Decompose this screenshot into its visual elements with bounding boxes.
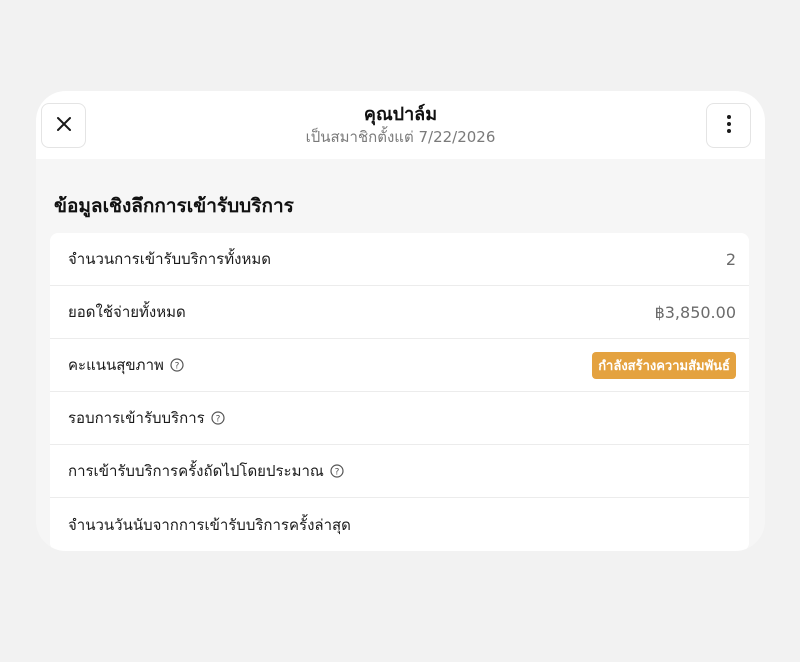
insights-card: จำนวนการเข้ารับบริการทั้งหมด 2 ยอดใช้จ่า… [50, 233, 749, 551]
sheet-header: คุณปาล์ม เป็นสมาชิกตั้งแต่ 7/22/2026 [36, 91, 765, 159]
customer-insights-sheet: คุณปาล์ม เป็นสมาชิกตั้งแต่ 7/22/2026 ข้อ… [36, 91, 765, 551]
health-score-row: คะแนนสุขภาพ ? กำลังสร้างความสัมพันธ์ [50, 339, 749, 392]
header-titles: คุณปาล์ม เป็นสมาชิกตั้งแต่ 7/22/2026 [156, 103, 645, 147]
close-button[interactable] [41, 103, 86, 148]
customer-name: คุณปาล์ม [363, 104, 438, 125]
next-visit-row: การเข้ารับบริการครั้งถัดไปโดยประมาณ ? [50, 445, 749, 498]
member-since: เป็นสมาชิกตั้งแต่ 7/22/2026 [305, 128, 496, 146]
close-icon [56, 116, 72, 136]
row-label: จำนวนการเข้ารับบริการทั้งหมด [68, 250, 271, 268]
row-label: ยอดใช้จ่ายทั้งหมด [68, 303, 186, 321]
row-label: จำนวนวันนับจากการเข้ารับบริการครั้งล่าสุ… [68, 515, 351, 534]
svg-text:?: ? [334, 468, 339, 478]
total-visits-value: 2 [725, 249, 736, 269]
status-badge: กำลังสร้างความสัมพันธ์ [592, 351, 736, 379]
days-since-last-visit-row: จำนวนวันนับจากการเข้ารับบริการครั้งล่าสุ… [50, 498, 749, 551]
more-vertical-icon [726, 114, 732, 138]
svg-text:?: ? [215, 415, 220, 425]
info-circle-icon[interactable]: ? [211, 411, 225, 425]
info-circle-icon[interactable]: ? [330, 464, 344, 478]
total-visits-row: จำนวนการเข้ารับบริการทั้งหมด 2 [50, 233, 749, 286]
info-circle-icon[interactable]: ? [170, 358, 184, 372]
visit-cycle-row: รอบการเข้ารับบริการ ? [50, 392, 749, 445]
more-options-button[interactable] [706, 103, 751, 148]
total-spend-row: ยอดใช้จ่ายทั้งหมด ฿3,850.00 [50, 286, 749, 339]
total-spend-value: ฿3,850.00 [654, 302, 736, 322]
row-label: รอบการเข้ารับบริการ ? [68, 406, 225, 430]
row-label: การเข้ารับบริการครั้งถัดไปโดยประมาณ ? [68, 459, 344, 483]
svg-text:?: ? [174, 362, 179, 372]
row-label: คะแนนสุขภาพ ? [68, 353, 184, 377]
section-title: ข้อมูลเชิงลึกการเข้ารับบริการ [54, 195, 294, 217]
